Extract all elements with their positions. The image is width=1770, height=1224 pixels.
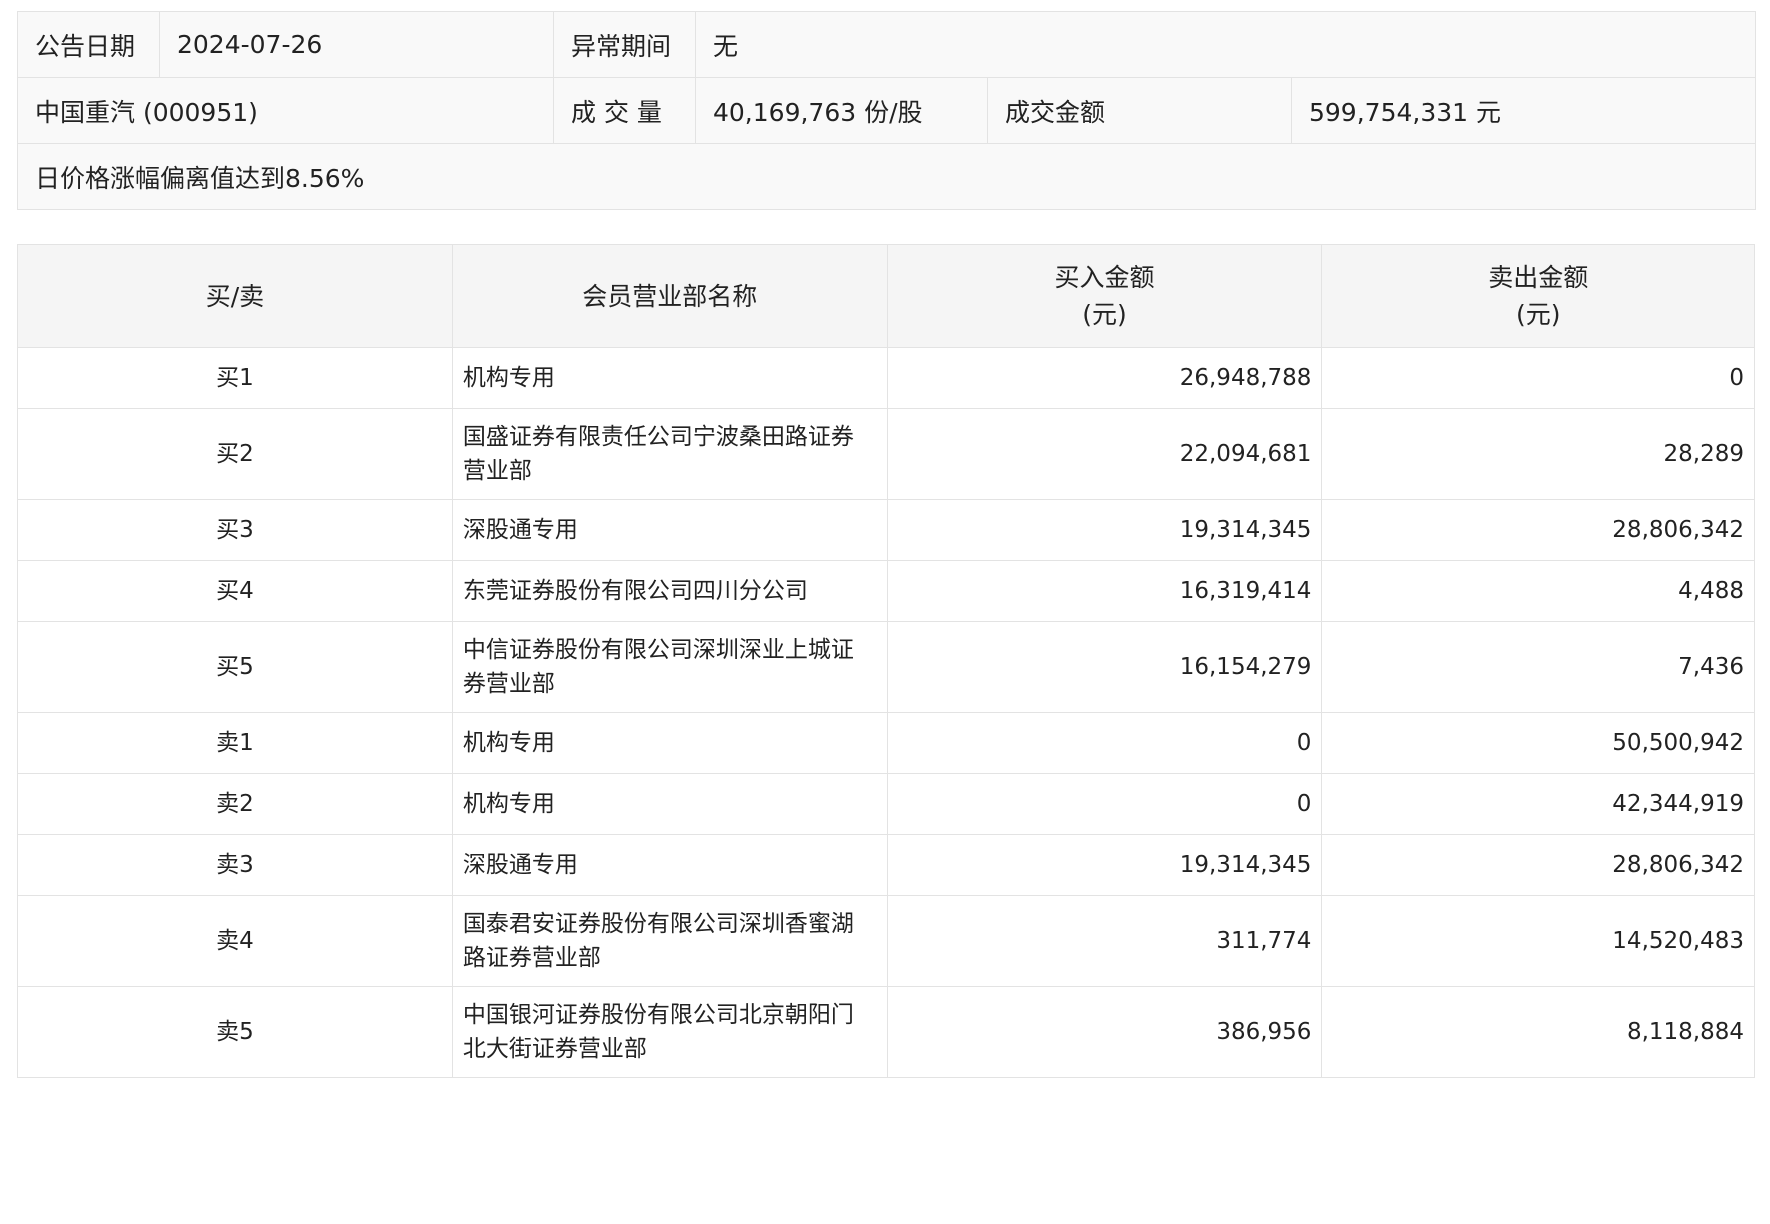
row-buy-amount: 26,948,788: [886, 347, 1323, 409]
volume-value: 40,169,763 份/股: [695, 77, 988, 144]
table-header-row: 买/卖 会员营业部名称 买入金额 (元) 卖出金额 (元): [17, 244, 1755, 348]
table-row: 卖1 机构专用 0 50,500,942: [17, 712, 1755, 774]
header-buy-amount: 买入金额 (元): [886, 244, 1323, 348]
row-sell-amount: 28,289: [1321, 408, 1755, 500]
row-member-name: 深股通专用: [451, 499, 888, 561]
row-buy-amount: 16,154,279: [886, 621, 1323, 713]
row-side: 买1: [17, 347, 453, 409]
row-member-name: 机构专用: [451, 712, 888, 774]
row-buy-amount: 311,774: [886, 895, 1323, 987]
row-sell-amount: 14,520,483: [1321, 895, 1755, 987]
row-buy-amount: 19,314,345: [886, 834, 1323, 896]
row-member-name: 中信证券股份有限公司深圳深业上城证券营业部: [451, 621, 888, 713]
table-row: 买3 深股通专用 19,314,345 28,806,342: [17, 499, 1755, 561]
row-member-name: 东莞证券股份有限公司四川分公司: [451, 560, 888, 622]
row-sell-amount: 7,436: [1321, 621, 1755, 713]
row-side: 买4: [17, 560, 453, 622]
table-row: 卖5 中国银河证券股份有限公司北京朝阳门北大街证券营业部 386,956 8,1…: [17, 986, 1755, 1078]
announcement-info-table: 公告日期 2024-07-26 异常期间 无 中国重汽 (000951) 成 交…: [16, 11, 1757, 210]
stock-name: 中国重汽 (000951): [17, 77, 554, 144]
row-sell-amount: 28,806,342: [1321, 834, 1755, 896]
table-row: 买4 东莞证券股份有限公司四川分公司 16,319,414 4,488: [17, 560, 1755, 622]
row-buy-amount: 0: [886, 712, 1323, 774]
row-side: 卖4: [17, 895, 453, 987]
date-value: 2024-07-26: [159, 11, 554, 78]
header-sell-amount: 卖出金额 (元): [1321, 244, 1755, 348]
row-side: 买2: [17, 408, 453, 500]
row-side: 买5: [17, 621, 453, 713]
header-buy-amount-title: 买入金额: [1054, 263, 1155, 292]
date-label: 公告日期: [17, 11, 160, 78]
table-row: 买2 国盛证券有限责任公司宁波桑田路证券营业部 22,094,681 28,28…: [17, 408, 1755, 500]
header-sell-amount-unit: (元): [1515, 300, 1561, 329]
header-buy-amount-unit: (元): [1082, 300, 1127, 329]
listing-reason: 日价格涨幅偏离值达到8.56%: [16, 143, 1757, 210]
table-row: 买1 机构专用 26,948,788 0: [17, 347, 1755, 409]
amount-value: 599,754,331 元: [1290, 77, 1757, 144]
row-buy-amount: 0: [886, 773, 1323, 835]
row-member-name: 深股通专用: [451, 834, 888, 896]
row-buy-amount: 19,314,345: [886, 499, 1323, 561]
row-side: 卖3: [17, 834, 453, 896]
row-member-name: 国盛证券有限责任公司宁波桑田路证券营业部: [451, 408, 888, 500]
row-side: 卖2: [17, 773, 453, 835]
row-sell-amount: 8,118,884: [1321, 986, 1755, 1078]
row-member-name: 机构专用: [451, 347, 888, 409]
row-buy-amount: 386,956: [886, 986, 1323, 1078]
row-buy-amount: 16,319,414: [886, 560, 1323, 622]
table-row: 卖4 国泰君安证券股份有限公司深圳香蜜湖路证券营业部 311,774 14,52…: [17, 895, 1755, 987]
row-buy-amount: 22,094,681: [886, 408, 1323, 500]
row-sell-amount: 28,806,342: [1321, 499, 1755, 561]
row-side: 买3: [17, 499, 453, 561]
header-side: 买/卖: [17, 244, 453, 348]
amount-label: 成交金额: [987, 77, 1292, 144]
trading-seats-table: 买/卖 会员营业部名称 买入金额 (元) 卖出金额 (元) 买1 机构专用 26…: [17, 244, 1755, 1078]
header-member-name: 会员营业部名称: [451, 244, 888, 348]
row-sell-amount: 4,488: [1321, 560, 1755, 622]
row-side: 卖5: [17, 986, 453, 1078]
abnormal-period-label: 异常期间: [553, 11, 696, 78]
table-row: 买5 中信证券股份有限公司深圳深业上城证券营业部 16,154,279 7,43…: [17, 621, 1755, 713]
row-sell-amount: 50,500,942: [1321, 712, 1755, 774]
row-member-name: 机构专用: [451, 773, 888, 835]
volume-label: 成 交 量: [553, 77, 696, 144]
row-sell-amount: 42,344,919: [1321, 773, 1755, 835]
row-member-name: 中国银河证券股份有限公司北京朝阳门北大街证券营业部: [451, 986, 888, 1078]
abnormal-period-value: 无: [694, 11, 1757, 78]
table-row: 卖2 机构专用 0 42,344,919: [17, 773, 1755, 835]
header-sell-amount-title: 卖出金额: [1488, 263, 1589, 292]
row-side: 卖1: [17, 712, 453, 774]
row-member-name: 国泰君安证券股份有限公司深圳香蜜湖路证券营业部: [451, 895, 888, 987]
table-row: 卖3 深股通专用 19,314,345 28,806,342: [17, 834, 1755, 896]
row-sell-amount: 0: [1321, 347, 1755, 409]
